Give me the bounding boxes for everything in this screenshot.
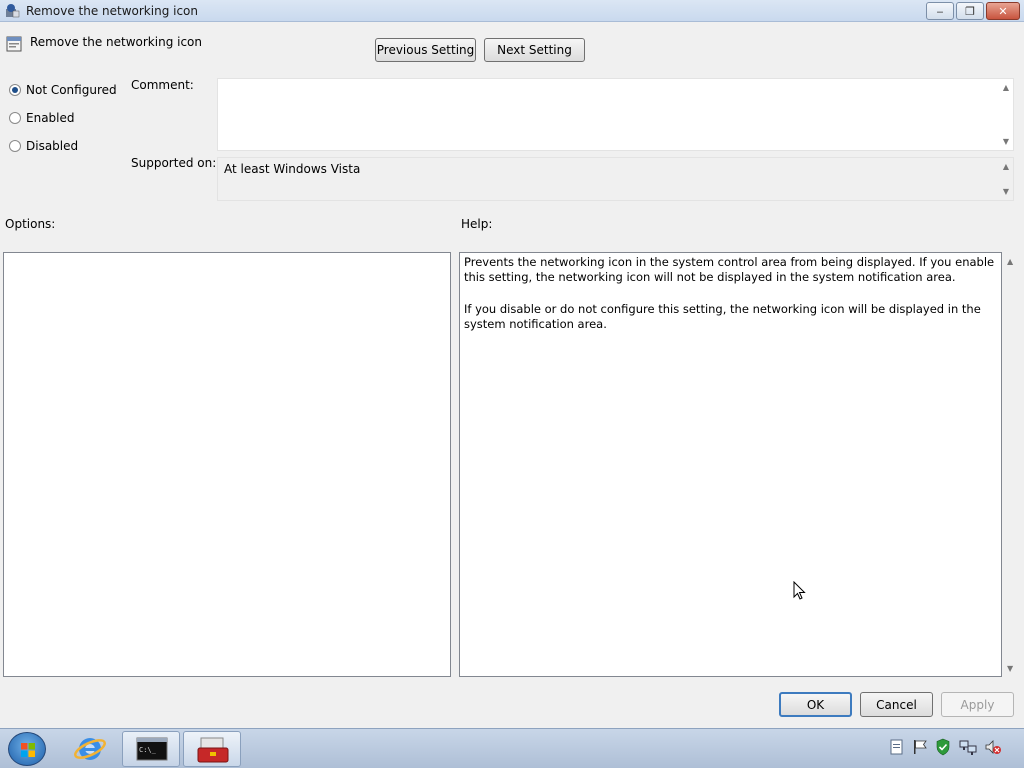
help-paragraph: If you disable or do not configure this … [464,302,981,331]
apply-button[interactable]: Apply [941,692,1014,717]
supported-on-label: Supported on: [131,156,217,170]
scroll-up-icon[interactable]: ▲ [1003,162,1009,171]
group-policy-icon [6,4,20,18]
scroll-down-icon[interactable]: ▼ [1007,664,1013,673]
command-prompt-icon: C:\_ [136,737,168,761]
help-paragraph: Prevents the networking icon in the syst… [464,255,995,284]
help-pane: Prevents the networking icon in the syst… [459,252,1002,677]
comment-label: Comment: [131,78,194,92]
supported-on-field: At least Windows Vista ▲ ▼ [217,157,1014,201]
taskbar-internet-explorer[interactable] [70,731,110,767]
radio-label: Disabled [26,139,79,153]
title-bar: Remove the networking icon ‒ ❐ ✕ [0,0,1024,22]
next-setting-button[interactable]: Next Setting [484,38,585,62]
previous-setting-button[interactable]: Previous Setting [375,38,476,62]
not-configured-radio[interactable]: Not Configured [9,83,117,97]
radio-button[interactable] [9,112,21,124]
taskbar: C:\_ [0,728,1024,768]
cancel-button[interactable]: Cancel [860,692,933,717]
windows-logo-icon [21,743,35,757]
internet-explorer-icon [74,738,106,760]
options-pane [3,252,451,677]
window-title: Remove the networking icon [26,4,199,18]
mouse-cursor-icon [793,581,806,600]
flag-icon[interactable] [911,738,929,756]
radio-label: Not Configured [26,83,117,97]
radio-button[interactable] [9,140,21,152]
shield-check-icon[interactable] [934,738,952,756]
enabled-radio[interactable]: Enabled [9,111,75,125]
start-button[interactable] [8,732,46,766]
minimize-button[interactable]: ‒ [926,2,954,20]
taskbar-toolbox[interactable] [183,731,241,767]
scroll-down-icon[interactable]: ▼ [1003,187,1009,196]
restore-button[interactable]: ❐ [956,2,984,20]
scroll-down-icon[interactable]: ▼ [1003,137,1009,146]
scroll-up-icon[interactable]: ▲ [1003,83,1009,92]
network-icon[interactable] [959,738,977,756]
minimize-icon: ‒ [936,4,944,18]
toolbox-icon [197,737,229,763]
comment-field[interactable]: ▲ ▼ [217,78,1014,151]
cmd-text: C:\_ [139,746,157,754]
taskbar-command-prompt[interactable]: C:\_ [122,731,180,767]
ok-button[interactable]: OK [779,692,852,717]
help-label: Help: [461,217,493,231]
close-button[interactable]: ✕ [986,2,1020,20]
disabled-radio[interactable]: Disabled [9,139,78,153]
radio-button[interactable] [9,84,21,96]
close-icon: ✕ [998,4,1008,18]
options-label: Options: [5,217,56,231]
restore-icon: ❐ [965,4,975,18]
supported-on-value: At least Windows Vista [224,162,361,176]
radio-label: Enabled [26,111,75,125]
document-icon[interactable] [888,738,906,756]
setting-title: Remove the networking icon [30,35,203,49]
scroll-up-icon[interactable]: ▲ [1007,257,1013,266]
policy-setting-icon [6,36,22,52]
volume-muted-icon[interactable] [984,738,1002,756]
